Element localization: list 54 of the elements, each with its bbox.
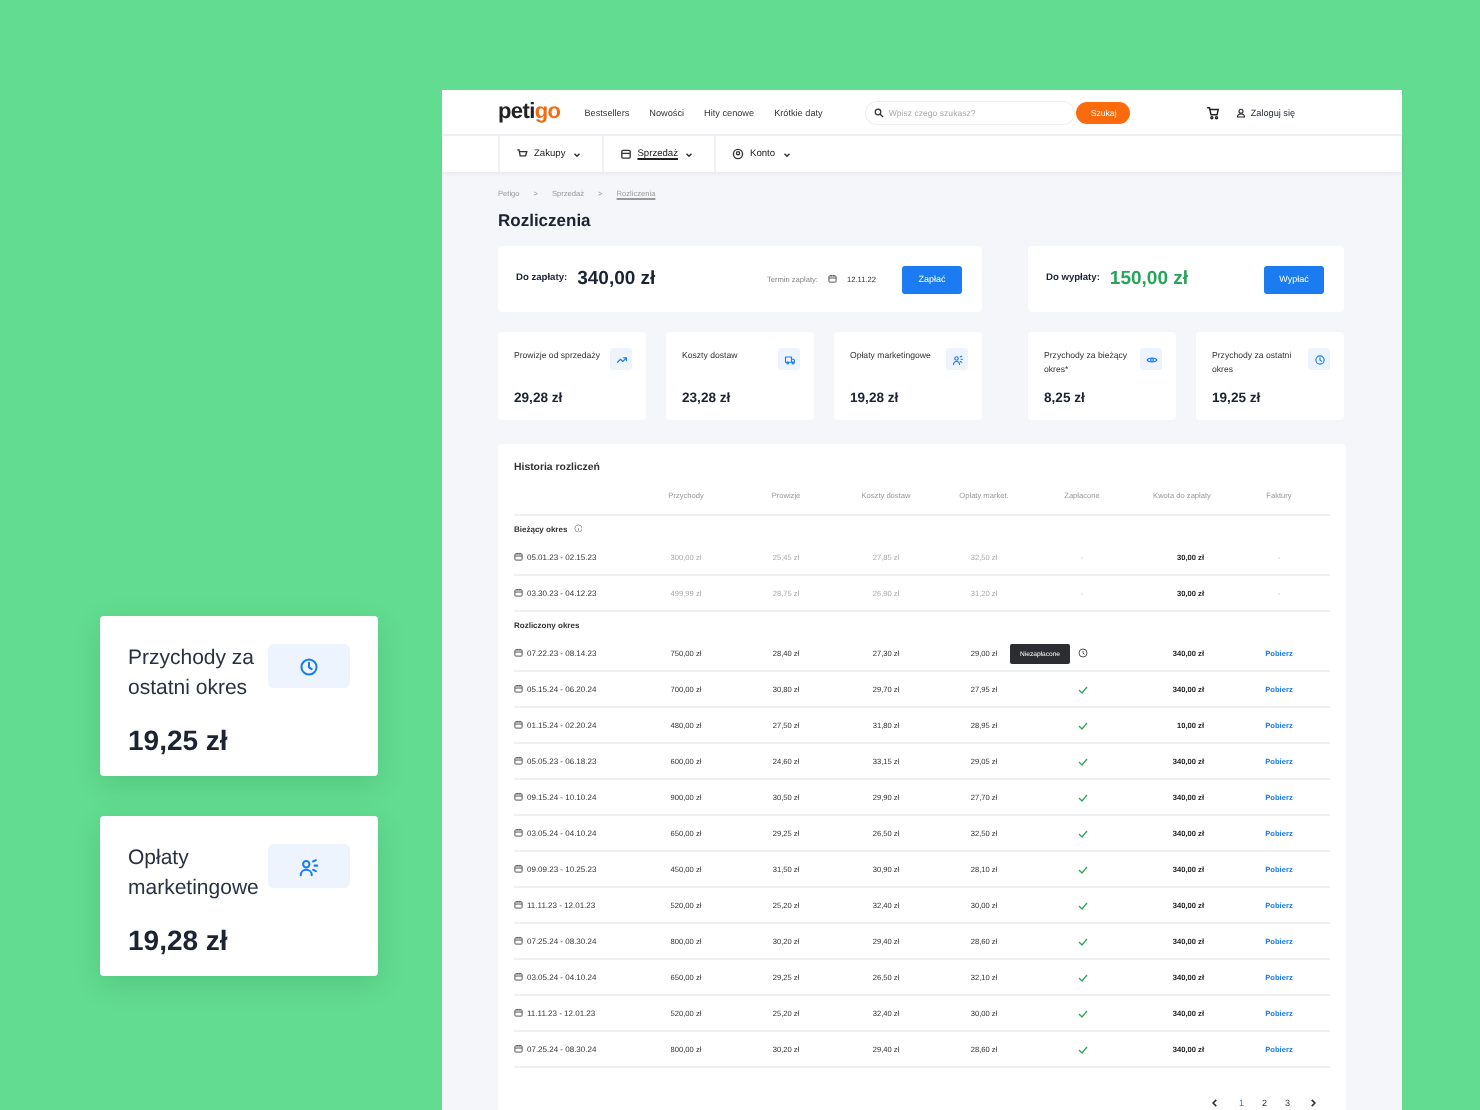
check-icon [1077,1045,1087,1053]
check-icon [1077,901,1087,909]
calendar-icon [514,1008,523,1018]
calendar-icon [514,792,523,802]
calendar-icon [514,648,523,658]
chevron-down-icon [781,149,792,159]
calendar-icon [514,720,523,730]
next-page-icon[interactable] [1308,1098,1318,1108]
check-icon [1077,757,1087,765]
calendar-icon [514,1044,523,1054]
clock-icon [1308,348,1330,370]
check-icon [1077,793,1087,801]
account-icon [732,148,744,160]
person-icon [946,348,968,370]
calendar-icon [514,972,523,982]
page-title: Rozliczenia [498,210,593,230]
previous-page-icon[interactable] [1210,1098,1221,1108]
clock-icon [1077,648,1087,658]
calendar-icon [514,828,523,838]
check-icon [1077,829,1087,837]
person-icon [268,844,350,888]
calendar-icon [514,864,523,874]
check-icon [1077,685,1087,693]
payout-amount: 150,00 zł [1109,268,1189,290]
search-icon [874,107,885,117]
logo[interactable]: petigo [498,100,561,124]
check-icon [1077,1009,1087,1017]
calendar-icon [514,756,523,766]
payment-amount: 340,00 zł [577,268,656,290]
calendar-icon [828,274,837,284]
store-icon [619,148,632,160]
clock-icon [268,644,350,688]
calendar-icon [514,936,523,946]
calendar-icon [514,552,523,562]
check-icon [1077,721,1087,729]
calendar-icon [514,588,523,598]
cart-icon[interactable] [1206,105,1221,119]
cart-icon [516,148,528,160]
stat-value: 19,25 zł [128,724,230,756]
trend-icon [610,348,632,370]
check-icon [1077,937,1087,945]
calendar-icon [514,684,523,694]
chevron-down-icon [571,149,582,159]
check-icon [1077,973,1087,981]
stat-label: Przychody za ostatni okres [128,644,257,704]
info-icon [573,523,583,533]
truck-icon [778,348,800,370]
calendar-icon [514,900,523,910]
chevron-down-icon [684,149,694,159]
check-icon [1077,865,1087,873]
stat-label: Opłaty marketingowe [128,844,261,904]
stat-value: 19,28 zł [128,924,230,956]
user-icon [1236,107,1247,117]
eye-icon [1140,348,1162,370]
